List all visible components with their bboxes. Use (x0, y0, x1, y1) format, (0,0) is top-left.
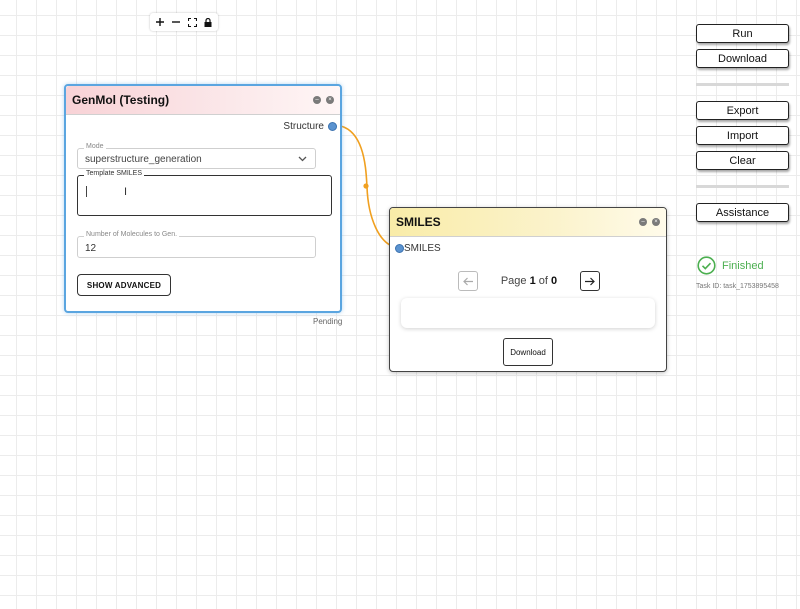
output-port-label: Structure (283, 121, 324, 132)
chevron-down-icon (298, 156, 307, 162)
zoom-toolbar (150, 13, 218, 31)
smiles-node[interactable]: SMILES – × SMILES Page 1 of 0 Download (389, 207, 667, 372)
text-cursor-icon: I (124, 186, 128, 198)
plus-icon (156, 18, 164, 26)
arrow-left-icon (462, 277, 473, 285)
fit-view-icon (187, 17, 197, 27)
node-status-text: Pending (313, 317, 343, 326)
template-smiles-label: Template SMILES (84, 170, 145, 177)
minimize-icon[interactable]: – (639, 218, 647, 226)
arrow-right-icon (585, 277, 596, 285)
divider (696, 185, 789, 188)
page-prefix: Page (500, 275, 527, 287)
mode-label: Mode (84, 143, 106, 150)
page-sep: of (538, 275, 548, 287)
task-status: Finished (697, 256, 764, 275)
text-caret (86, 186, 87, 197)
pagination: Page 1 of 0 (458, 270, 600, 292)
download-button[interactable]: Download (696, 49, 789, 68)
close-icon[interactable]: × (652, 218, 660, 226)
num-molecules-label: Number of Molecules to Gen. (84, 231, 180, 238)
genmol-node[interactable]: GenMol (Testing) – × Structure Mode supe… (64, 84, 342, 313)
status-text: Finished (722, 259, 764, 272)
mode-select[interactable]: Mode superstructure_generation (77, 143, 316, 169)
node-title: GenMol (Testing) (72, 93, 170, 107)
clear-button[interactable]: Clear (696, 151, 789, 170)
num-molecules-value: 12 (85, 243, 97, 254)
next-page-button[interactable] (579, 271, 600, 291)
lock-button[interactable] (201, 15, 215, 29)
import-button[interactable]: Import (696, 126, 789, 145)
zoom-in-button[interactable] (153, 15, 167, 29)
smiles-download-button[interactable]: Download (503, 338, 553, 366)
page-current: 1 (529, 275, 536, 287)
smiles-result-box (401, 298, 655, 328)
lock-icon (204, 17, 212, 27)
fit-view-button[interactable] (185, 15, 199, 29)
page-total: 0 (551, 275, 558, 287)
check-circle-icon (697, 256, 716, 275)
divider (696, 83, 789, 86)
close-icon[interactable]: × (326, 96, 334, 104)
genmol-node-header[interactable]: GenMol (Testing) – × (66, 86, 340, 115)
output-port-handle[interactable] (328, 122, 337, 131)
page-indicator: Page 1 of 0 (501, 275, 557, 287)
export-button[interactable]: Export (696, 101, 789, 120)
smiles-node-header[interactable]: SMILES – × (390, 208, 666, 237)
minimize-icon[interactable]: – (313, 96, 321, 104)
node-title: SMILES (396, 215, 441, 229)
task-id-text: Task ID: task_1753895458 (696, 283, 779, 290)
input-port-label: SMILES (404, 243, 441, 254)
template-smiles-input[interactable]: Template SMILES I (77, 170, 332, 216)
minus-icon (172, 21, 180, 23)
zoom-out-button[interactable] (169, 15, 183, 29)
prev-page-button[interactable] (458, 271, 478, 291)
num-molecules-input[interactable]: Number of Molecules to Gen. 12 (77, 231, 316, 258)
assistance-button[interactable]: Assistance (696, 203, 789, 222)
run-button[interactable]: Run (696, 24, 789, 43)
mode-value: superstructure_generation (85, 154, 202, 165)
input-port-handle[interactable] (395, 244, 404, 253)
show-advanced-button[interactable]: SHOW ADVANCED (77, 274, 171, 296)
